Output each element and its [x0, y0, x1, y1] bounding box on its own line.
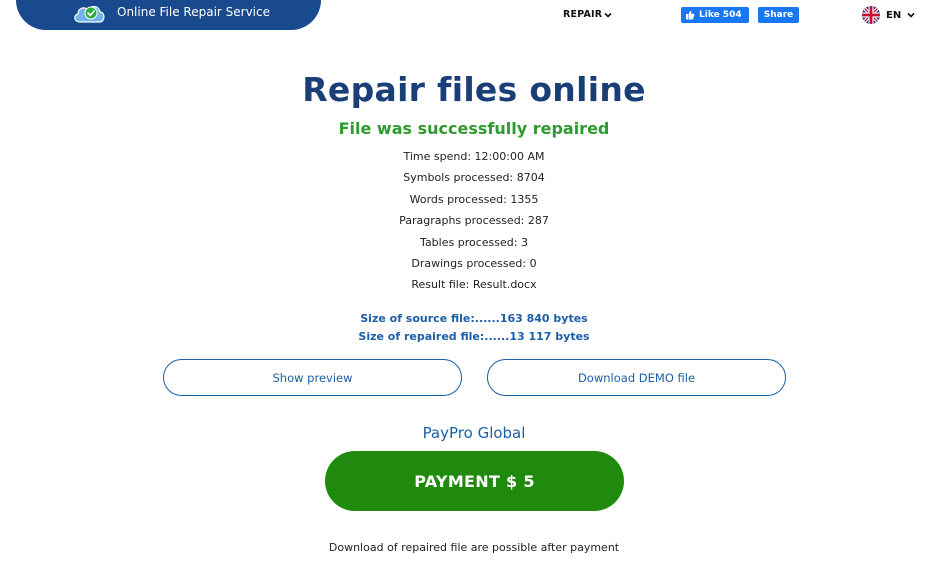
stat-drawings-processed: Drawings processed: 0 — [411, 256, 537, 270]
stat-result-file: Result file: Result.docx — [411, 278, 537, 292]
stat-tables-processed: Tables processed: 3 — [420, 235, 528, 249]
facebook-like-button[interactable]: Like 504 — [681, 7, 749, 23]
show-preview-button[interactable]: Show preview — [163, 359, 462, 396]
language-label: EN — [886, 9, 902, 21]
cloud-check-icon — [74, 5, 105, 23]
file-sizes: Size of source file:......163 840 bytes … — [0, 311, 936, 347]
repaired-file-size: Size of repaired file:......13 117 bytes — [358, 330, 590, 343]
stat-time-spend: Time spend: 12:00:00 AM — [403, 150, 545, 163]
source-file-size: Size of source file:......163 840 bytes — [360, 312, 588, 325]
facebook-thumb-icon — [686, 10, 695, 20]
repair-statistics: Time spend: 12:00:00 AM Symbols processe… — [0, 148, 936, 298]
brand-bar[interactable]: Online File Repair Service — [16, 0, 321, 30]
page-title: Repair files online — [302, 70, 646, 109]
facebook-like-label: Like 504 — [699, 10, 742, 20]
facebook-share-button[interactable]: Share — [758, 7, 799, 23]
language-selector[interactable]: EN — [862, 6, 915, 24]
facebook-share-label: Share — [763, 10, 794, 20]
download-demo-button[interactable]: Download DEMO file — [487, 359, 786, 396]
nav-repair-label: REPAIR — [563, 9, 603, 20]
uk-flag-icon — [862, 6, 880, 24]
brand-title: Online File Repair Service — [117, 5, 270, 19]
repair-status-message: File was successfully repaired — [338, 119, 610, 138]
stat-paragraphs-processed: Paragraphs processed: 287 — [399, 214, 549, 228]
stat-symbols-processed: Symbols processed: 8704 — [403, 171, 545, 185]
chevron-down-icon — [907, 12, 915, 18]
stat-words-processed: Words processed: 1355 — [409, 192, 539, 206]
payment-button[interactable]: PAYMENT $ 5 — [325, 451, 624, 511]
payment-provider-label: PayPro Global — [422, 424, 526, 442]
chevron-down-icon — [604, 12, 612, 18]
nav-repair-menu[interactable]: REPAIR — [563, 9, 612, 20]
payment-note: Download of repaired file are possible a… — [328, 541, 620, 554]
